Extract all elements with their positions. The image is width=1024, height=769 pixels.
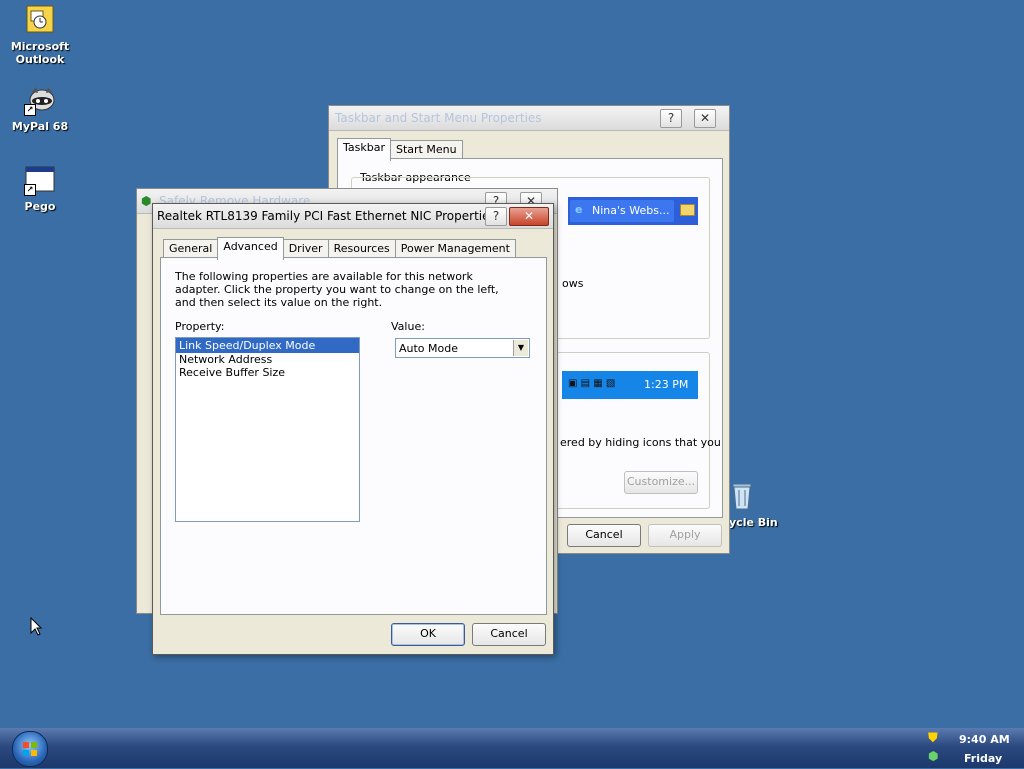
tab-resources[interactable]: Resources	[327, 239, 396, 259]
tab-strip: General Advanced Driver Resources Power …	[163, 237, 516, 260]
property-list[interactable]: Link Speed/Duplex Mode Network Address R…	[175, 337, 360, 522]
preview-button: e Nina's Webs...	[570, 200, 674, 222]
chevron-down-icon[interactable]: ▼	[513, 340, 528, 356]
taskbar-preview: e Nina's Webs...	[568, 197, 698, 225]
description-text: The following properties are available f…	[175, 270, 499, 309]
customize-button[interactable]: Customize...	[624, 471, 698, 494]
partial-text: ered by hiding icons that you	[560, 436, 721, 449]
internet-explorer-icon: e	[575, 203, 583, 216]
mouse-cursor-icon	[30, 617, 42, 636]
desktop-icon-label: Pego	[24, 200, 56, 213]
desktop-icon-label: ycle Bin	[729, 516, 778, 529]
safely-remove-tray-icon[interactable]: ⬢	[928, 749, 938, 763]
desktop-icon-label: Microsoft	[10, 40, 70, 53]
window-title: Taskbar and Start Menu Properties	[335, 111, 542, 125]
tray-icons: ▣ ▤ ▦ ▧	[568, 378, 616, 389]
title-bar[interactable]: Taskbar and Start Menu Properties ? ✕	[329, 106, 729, 131]
recycle-bin-icon	[726, 480, 758, 512]
tab-advanced[interactable]: Advanced	[217, 237, 284, 260]
folder-icon	[680, 204, 695, 216]
list-item[interactable]: Network Address	[176, 353, 359, 366]
tab-general[interactable]: General	[163, 239, 219, 259]
tab-strip: Taskbar Start Menu	[337, 138, 463, 161]
value-label: Value:	[391, 320, 425, 333]
dropdown-value: Auto Mode	[399, 342, 459, 355]
tab-panel: The following properties are available f…	[160, 257, 547, 615]
desktop-icon-mypal[interactable]: ↗ MyPal 68	[0, 84, 80, 133]
safely-remove-icon: ⬢	[141, 194, 152, 208]
nic-properties-window[interactable]: Realtek RTL8139 Family PCI Fast Ethernet…	[152, 203, 554, 655]
close-button[interactable]: ✕	[509, 207, 549, 226]
tab-power-management[interactable]: Power Management	[394, 239, 516, 259]
desktop-icon-pego[interactable]: ↗ Pego	[0, 164, 80, 213]
list-item[interactable]: Receive Buffer Size	[176, 366, 359, 379]
security-shield-icon[interactable]: ⛊	[928, 731, 938, 746]
window-title: Realtek RTL8139 Family PCI Fast Ethernet…	[157, 209, 496, 223]
start-button[interactable]	[12, 731, 48, 767]
shortcut-arrow-icon: ↗	[24, 184, 36, 196]
tab-driver[interactable]: Driver	[282, 239, 329, 259]
cancel-button[interactable]: Cancel	[472, 623, 546, 646]
preview-time: 1:23 PM	[644, 378, 689, 391]
ok-button[interactable]: OK	[391, 623, 465, 646]
desktop-icon-label: Outlook	[15, 53, 65, 66]
help-button[interactable]: ?	[485, 207, 507, 226]
application-window-icon: ↗	[24, 164, 56, 196]
preview-item-label: Nina's Webs...	[592, 204, 670, 217]
raccoon-icon: ↗	[24, 84, 56, 116]
value-dropdown[interactable]: Auto Mode ▼	[395, 338, 530, 358]
partial-text: ows	[562, 277, 584, 290]
title-bar[interactable]: Realtek RTL8139 Family PCI Fast Ethernet…	[153, 204, 553, 229]
desktop-icon-outlook[interactable]: Microsoft Outlook	[0, 4, 80, 66]
help-button[interactable]: ?	[660, 109, 682, 128]
taskbar: ⛊ ⬢ 9:40 AM Friday	[0, 728, 1024, 768]
cancel-button[interactable]: Cancel	[567, 524, 641, 547]
desktop-icon-label: MyPal 68	[11, 120, 69, 133]
shortcut-arrow-icon: ↗	[24, 104, 36, 116]
property-label: Property:	[175, 320, 225, 333]
clock-day[interactable]: Friday	[964, 752, 1002, 765]
apply-button[interactable]: Apply	[648, 524, 722, 547]
outlook-icon	[24, 4, 56, 36]
tab-start-menu[interactable]: Start Menu	[390, 140, 463, 160]
clock-time[interactable]: 9:40 AM	[959, 733, 1010, 746]
windows-logo-icon	[23, 742, 37, 756]
list-item[interactable]: Link Speed/Duplex Mode	[176, 338, 359, 353]
close-button[interactable]: ✕	[694, 109, 716, 128]
tab-taskbar[interactable]: Taskbar	[337, 138, 391, 161]
notification-area-preview: ▣ ▤ ▦ ▧ 1:23 PM	[562, 371, 698, 399]
